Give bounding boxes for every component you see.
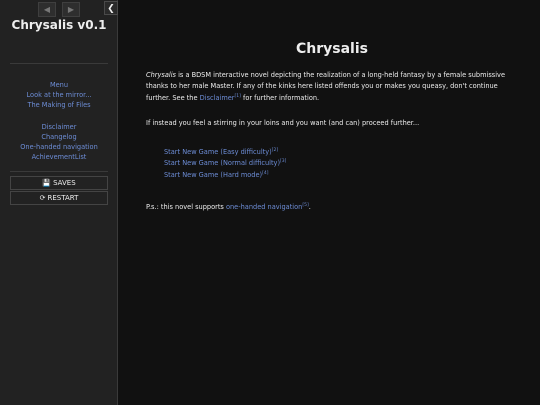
- start-easy-link[interactable]: Start New Game (Easy difficulty)[2]: [164, 147, 464, 158]
- disclaimer-link[interactable]: Disclaimer: [200, 94, 235, 102]
- sidebar: ◀ ▶ ❮ Chrysalis v0.1 Menu Look at the mi…: [0, 0, 118, 405]
- footnote-marker: [3]: [280, 159, 287, 165]
- ps-paragraph: P.s.: this novel supports one-handed nav…: [146, 202, 518, 213]
- menu-link-achievement-list[interactable]: AchievementList: [0, 152, 118, 162]
- start-normal-label: Start New Game (Normal difficulty): [164, 159, 281, 168]
- restart-button[interactable]: ⟳ RESTART: [10, 191, 108, 205]
- story-menu: Menu Look at the mirror... The Making of…: [0, 80, 118, 162]
- start-normal-link[interactable]: Start New Game (Normal difficulty)[3]: [164, 158, 464, 169]
- menu-link-changelog[interactable]: Changelog: [0, 132, 118, 142]
- sidebar-divider: [10, 171, 108, 172]
- history-forward-button[interactable]: ▶: [62, 2, 80, 17]
- menu-link-mirror[interactable]: Look at the mirror...: [0, 90, 118, 100]
- menu-link-making-of-files[interactable]: The Making of Files: [0, 100, 118, 110]
- start-hard-label: Start New Game (Hard mode): [164, 170, 263, 179]
- chevron-left-icon: ❮: [107, 4, 115, 14]
- menu-link-disclaimer[interactable]: Disclaimer: [0, 122, 118, 132]
- footnote-marker: [2]: [271, 147, 279, 153]
- saves-label: SAVES: [53, 179, 76, 187]
- stirring-paragraph: If instead you feel a stirring in your l…: [146, 119, 420, 127]
- ps-text: P.s.: this novel supports: [146, 203, 226, 211]
- intro-italic-title: Chrysalis: [146, 71, 176, 79]
- saves-button[interactable]: 💾 SAVES: [10, 176, 108, 190]
- story-title: Chrysalis v0.1: [11, 18, 107, 32]
- one-handed-navigation-link[interactable]: one-handed navigation: [226, 203, 302, 211]
- start-hard-link[interactable]: Start New Game (Hard mode)[4]: [164, 170, 464, 181]
- sidebar-divider: [10, 63, 108, 64]
- history-back-button[interactable]: ◀: [38, 2, 56, 17]
- footnote-marker: [4]: [262, 170, 269, 176]
- ps-after-text: .: [308, 203, 311, 211]
- restart-icon: ⟳: [39, 194, 46, 202]
- passage-title: Chrysalis: [296, 41, 368, 57]
- start-links: Start New Game (Easy difficulty)[2] Star…: [164, 147, 464, 181]
- menu-link-one-handed-navigation[interactable]: One-handed navigation: [0, 142, 118, 152]
- floppy-disk-icon: 💾: [42, 179, 52, 187]
- left-arrow-icon: ◀: [43, 5, 51, 14]
- restart-label: RESTART: [47, 194, 79, 202]
- start-easy-label: Start New Game (Easy difficulty): [164, 148, 272, 156]
- intro-paragraph: Chrysalis is a BDSM interactive novel de…: [146, 70, 518, 104]
- right-arrow-icon: ▶: [67, 5, 75, 14]
- app-window: ◀ ▶ ❮ Chrysalis v0.1 Menu Look at the mi…: [0, 0, 540, 405]
- intro-after-text: for further information.: [240, 93, 320, 102]
- menu-link-menu[interactable]: Menu: [0, 80, 118, 90]
- sidebar-stow-button[interactable]: ❮: [104, 1, 118, 15]
- menu-gap: [0, 110, 118, 122]
